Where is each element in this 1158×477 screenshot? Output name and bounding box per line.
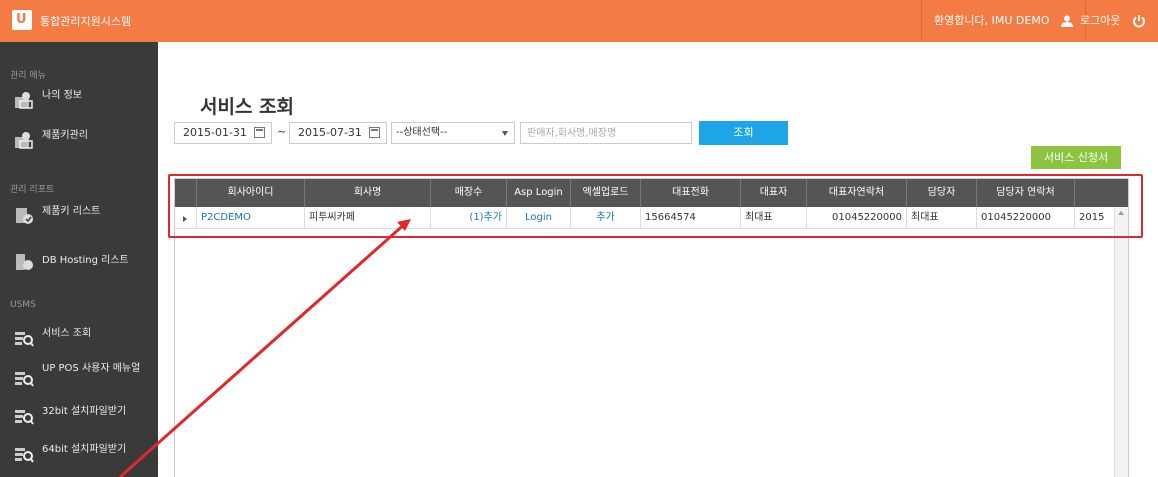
cell-stores-add-link[interactable]: (1)추가 [431,207,507,229]
user-card-icon [15,132,33,149]
cell-company-name: 피투씨카페 [305,207,431,229]
sidebar-item-label: 64bit 설치파일받기 [42,444,127,455]
app-logo[interactable]: U [12,10,32,30]
search-list-icon [15,332,34,347]
cell-date: 2015 [1079,212,1105,223]
cell-phone: 15664574 [641,207,741,229]
column-header[interactable] [1075,179,1128,207]
calendar-icon[interactable] [369,127,380,138]
date-separator: ~ [277,125,287,138]
status-select-value: --상태선택-- [396,127,448,138]
sidebar-item-product-key-list[interactable]: 제품키 리스트 [0,198,158,232]
db-report-icon [16,254,33,270]
search-list-icon [15,410,34,425]
column-header[interactable]: 매장수 [431,179,507,207]
app-title: 통합관리지원시스템 [40,15,132,28]
sidebar-item-label: 서비스 조회 [42,328,92,339]
date-to-value: 2015-07-31 [298,126,362,139]
page-title: 서비스 조회 [200,96,295,118]
sidebar-item-user-manual[interactable]: UP POS 사용자 메뉴얼 [0,360,158,394]
status-select[interactable]: --상태선택-- [391,122,515,144]
power-icon [1133,15,1145,28]
search-list-icon [15,448,34,463]
sidebar-item-label: UP POS 사용자 메뉴얼 [42,363,141,374]
header-expander-col [175,179,197,207]
expand-arrow-icon [183,216,187,222]
search-input[interactable] [520,122,692,144]
column-header[interactable]: 담당자 [907,179,977,207]
column-header[interactable]: 대표자 [741,179,807,207]
sidebar-item-32bit-download[interactable]: 32bit 설치파일받기 [0,398,158,432]
cell-ceo-contact: 01045220000 [807,207,907,229]
sidebar: 관리 메뉴 나의 정보 제품키관리 관리 리포트 제품키 리스트 DB Host… [0,42,158,477]
date-from-value: 2015-01-31 [183,126,247,139]
cell-manager-contact: 01045220000 [977,207,1075,229]
column-header[interactable]: 회사명 [305,179,431,207]
cell-company-id[interactable]: P2CDEMO [197,207,305,229]
scroll-up-icon[interactable] [1118,211,1124,215]
column-header[interactable]: 엑셀업로드 [571,179,641,207]
sidebar-item-label: 나의 정보 [42,90,82,101]
sidebar-item-label: DB Hosting 리스트 [42,255,129,266]
search-button[interactable]: 조회 [699,121,788,145]
sidebar-item-db-hosting[interactable]: DB Hosting 리스트 [0,244,158,278]
logout-button[interactable]: 로그아웃 [1080,0,1146,42]
column-header[interactable]: 회사아이디 [197,179,305,207]
chevron-down-icon [502,131,508,136]
sidebar-item-label: 제품키관리 [42,130,88,141]
cell-manager: 최대표 [907,207,977,229]
section-label-manage: 관리 메뉴 [10,71,46,81]
section-label-usms: USMS [10,300,36,310]
sidebar-item-label: 32bit 설치파일받기 [42,406,127,417]
column-header[interactable]: 대표전화 [641,179,741,207]
column-header[interactable]: Asp Login [507,179,571,207]
sidebar-item-service-lookup[interactable]: 서비스 조회 [0,320,158,354]
cell-excel-upload-link[interactable]: 추가 [571,207,641,229]
section-label-report: 관리 리포트 [10,185,55,195]
service-application-button[interactable]: 서비스 신청서 [1031,146,1121,169]
column-header[interactable]: 대표자연락처 [807,179,907,207]
welcome-user[interactable]: 환영합니다, IMU DEMO [921,0,1086,42]
welcome-text: 환영합니다, IMU DEMO [934,14,1050,27]
table-row[interactable]: P2CDEMO 피투씨카페 (1)추가 Login 추가 15664574 최대… [175,207,1128,229]
logout-label: 로그아웃 [1080,14,1121,27]
grid-header: 회사아이디 회사명 매장수 Asp Login 엑셀업로드 대표전화 대표자 대… [175,179,1128,207]
sidebar-item-my-info[interactable]: 나의 정보 [0,82,158,116]
cell-asp-login-link[interactable]: Login [507,207,571,229]
user-card-icon [15,92,33,109]
date-from-input[interactable]: 2015-01-31 [174,122,272,144]
column-header[interactable]: 담당자 연락처 [977,179,1075,207]
report-icon [16,208,33,224]
user-icon [1061,15,1073,27]
sidebar-item-label: 제품키 리스트 [42,206,101,217]
date-to-input[interactable]: 2015-07-31 [289,122,387,144]
service-grid: 회사아이디 회사명 매장수 Asp Login 엑셀업로드 대표전화 대표자 대… [174,178,1129,477]
sidebar-item-product-key[interactable]: 제품키관리 [0,122,158,156]
vertical-scrollbar[interactable] [1114,207,1128,477]
calendar-icon[interactable] [254,127,265,138]
sidebar-item-64bit-download[interactable]: 64bit 설치파일받기 [0,436,158,470]
cell-ceo: 최대표 [741,207,807,229]
search-list-icon [15,372,34,387]
top-bar: U 통합관리지원시스템 환영합니다, IMU DEMO 로그아웃 [0,0,1158,42]
row-expander[interactable] [175,207,197,229]
